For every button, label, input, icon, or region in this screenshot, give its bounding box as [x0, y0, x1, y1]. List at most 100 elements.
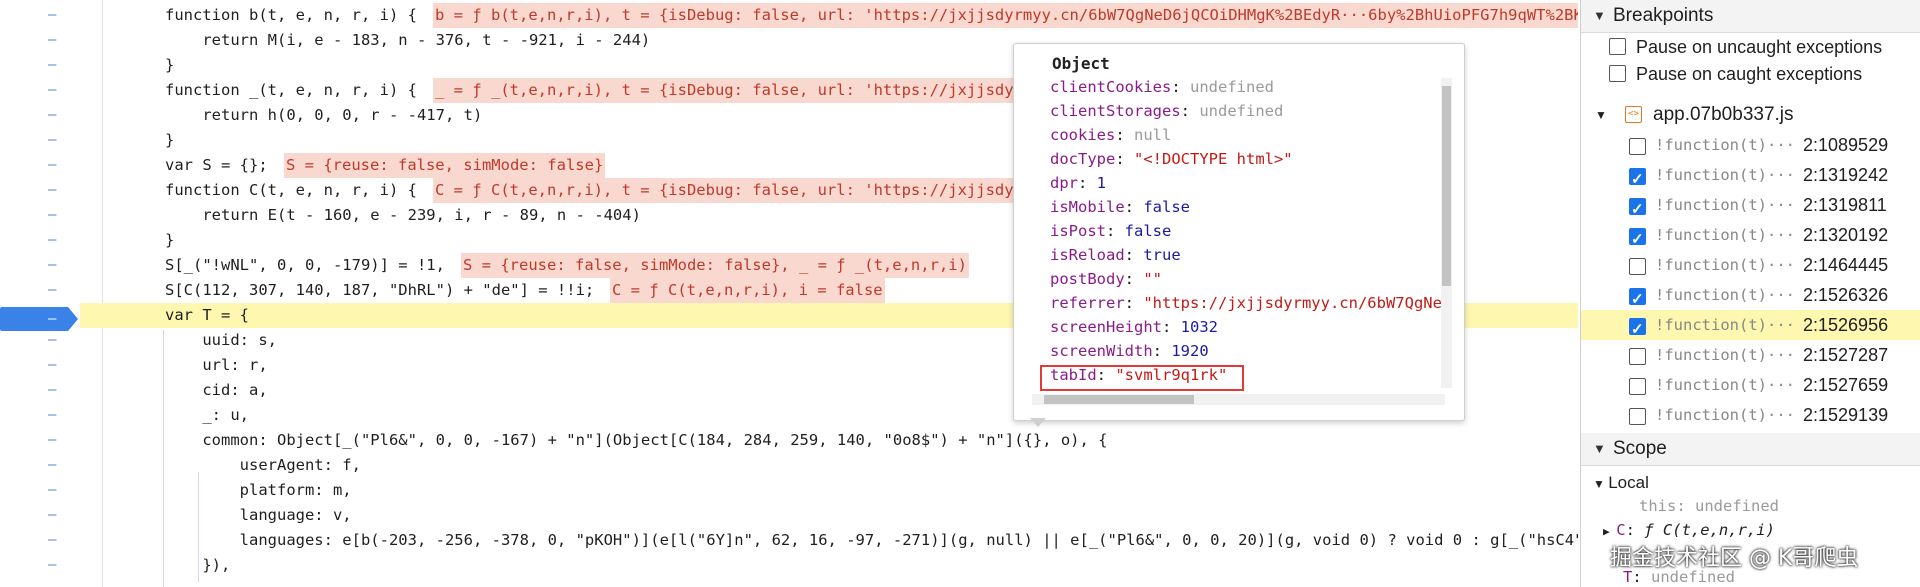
- line-breakpoint-slot[interactable]: –: [48, 153, 56, 178]
- breakpoint-checkbox[interactable]: [1629, 378, 1646, 395]
- object-property[interactable]: screenHeight: 1032: [1050, 318, 1450, 336]
- scope-key: this: [1639, 497, 1677, 515]
- breakpoint-row[interactable]: !function(t)··· 2:1319811: [1581, 190, 1920, 225]
- object-property[interactable]: isPost: false: [1050, 222, 1450, 240]
- breakpoint-checkbox[interactable]: [1629, 408, 1646, 425]
- code-line[interactable]: – userAgent: f,: [0, 453, 1578, 478]
- line-breakpoint-slot[interactable]: –: [48, 3, 56, 28]
- line-breakpoint-slot[interactable]: –: [48, 478, 56, 503]
- line-breakpoint-slot[interactable]: –: [48, 78, 56, 103]
- line-breakpoint-slot[interactable]: –: [48, 328, 56, 353]
- code-line[interactable]: – languages: e[b(-203, -256, -378, 0, "p…: [0, 528, 1578, 553]
- popover-vertical-scrollbar[interactable]: [1441, 78, 1452, 388]
- breakpoint-checkbox[interactable]: [1629, 195, 1646, 225]
- local-label: Local: [1608, 473, 1649, 492]
- scope-var-c[interactable]: ▶ C: ƒ C(t,e,n,r,i): [1603, 521, 1775, 539]
- line-breakpoint-slot[interactable]: –: [48, 503, 56, 528]
- breakpoints-section-header[interactable]: ▼ Breakpoints: [1581, 0, 1920, 33]
- code-text: S[C(112, 307, 140, 187, "DhRL") + "de"] …: [165, 281, 595, 299]
- inline-value-hint: b = ƒ b(t,e,n,r,i), t = {isDebug: false,…: [433, 3, 1578, 28]
- property-key: clientCookies: [1050, 78, 1172, 96]
- breakpoint-checkbox[interactable]: [1629, 138, 1646, 155]
- line-breakpoint-slot[interactable]: –: [48, 28, 56, 53]
- line-breakpoint-slot[interactable]: –: [48, 553, 56, 578]
- breakpoint-row[interactable]: !function(t)··· 2:1527287: [1581, 340, 1920, 370]
- breakpoint-checkbox[interactable]: [1629, 165, 1646, 195]
- breakpoint-code: !function(t)···: [1655, 316, 1795, 334]
- object-property[interactable]: dpr: 1: [1050, 174, 1450, 192]
- object-property[interactable]: screenWidth: 1920: [1050, 342, 1450, 360]
- breakpoint-location: 2:1526326: [1803, 285, 1889, 305]
- line-breakpoint-slot[interactable]: –: [48, 453, 56, 478]
- property-value: undefined: [1199, 102, 1284, 120]
- scope-value: undefined: [1695, 497, 1779, 515]
- current-execution-breakpoint-marker[interactable]: –: [0, 307, 78, 331]
- line-breakpoint-slot[interactable]: –: [48, 103, 56, 128]
- breakpoint-checkbox[interactable]: [1629, 348, 1646, 365]
- line-breakpoint-slot[interactable]: –: [48, 528, 56, 553]
- separator: :: [1124, 270, 1144, 288]
- object-preview-popover[interactable]: Object clientCookies: undefined clientSto…: [1013, 43, 1465, 421]
- code-line[interactable]: – }),: [0, 553, 1578, 578]
- scroll-thumb[interactable]: [1044, 395, 1194, 404]
- code-text: S[_("!wNL", 0, 0, -179)] = !1,: [165, 256, 445, 274]
- object-property[interactable]: docType: "<!DOCTYPE html>": [1050, 150, 1450, 168]
- line-breakpoint-slot[interactable]: –: [48, 378, 56, 403]
- line-breakpoint-slot[interactable]: –: [48, 203, 56, 228]
- object-property[interactable]: postBody: "": [1050, 270, 1450, 288]
- line-breakpoint-slot[interactable]: –: [48, 53, 56, 78]
- line-breakpoint-slot[interactable]: –: [48, 228, 56, 253]
- line-breakpoint-slot[interactable]: –: [48, 278, 56, 303]
- line-breakpoint-slot[interactable]: –: [48, 128, 56, 153]
- code-text: var S = {};: [165, 156, 268, 174]
- breakpoint-row[interactable]: !function(t)··· 2:1319242: [1581, 160, 1920, 195]
- line-breakpoint-slot[interactable]: –: [48, 428, 56, 453]
- breakpoint-row[interactable]: !function(t)··· 2:1529139: [1581, 400, 1920, 430]
- line-breakpoint-slot[interactable]: –: [48, 253, 56, 278]
- checkbox[interactable]: [1609, 64, 1626, 82]
- watermark-text: 掘金技术社区 @ K哥爬虫: [1610, 546, 1859, 571]
- code-text: platform: m,: [165, 481, 352, 499]
- object-property[interactable]: referrer: "https://jxjjsdyrmyy.cn/6bW7Qg…: [1050, 294, 1450, 312]
- breakpoint-row[interactable]: !function(t)··· 2:1089529: [1581, 130, 1920, 160]
- scope-var-this[interactable]: this: undefined: [1639, 497, 1779, 515]
- code-text: return E(t - 160, e - 239, i, r - 89, n …: [165, 206, 641, 224]
- breakpoint-checkbox[interactable]: [1629, 315, 1646, 345]
- breakpoint-file-group[interactable]: ▼ <> app.07b0b337.js: [1581, 100, 1920, 130]
- object-property[interactable]: isMobile: false: [1050, 198, 1450, 216]
- popover-horizontal-scrollbar[interactable]: [1032, 394, 1445, 405]
- object-property[interactable]: clientStorages: undefined: [1050, 102, 1450, 120]
- expand-triangle-icon: ▶: [1603, 525, 1617, 538]
- scroll-thumb[interactable]: [1442, 86, 1451, 286]
- property-key: postBody: [1050, 270, 1125, 288]
- line-breakpoint-slot[interactable]: –: [48, 353, 56, 378]
- code-line[interactable]: – language: v,: [0, 503, 1578, 528]
- code-line[interactable]: – function b(t, e, n, r, i) {b = ƒ b(t,e,…: [0, 3, 1578, 28]
- scope-section-header[interactable]: ▼ Scope: [1581, 433, 1920, 466]
- object-property[interactable]: cookies: null: [1050, 126, 1450, 144]
- breakpoint-location: 2:1527287: [1803, 345, 1889, 365]
- breakpoint-row[interactable]: !function(t)··· 2:1464445: [1581, 250, 1920, 280]
- local-scope-header[interactable]: ▼ Local: [1593, 473, 1649, 493]
- breakpoint-code: !function(t)···: [1655, 196, 1795, 214]
- separator: :: [1161, 318, 1181, 336]
- pause-caught-option[interactable]: Pause on caught exceptions: [1609, 64, 1862, 85]
- breakpoint-checkbox[interactable]: [1629, 225, 1646, 255]
- checkbox[interactable]: [1609, 37, 1626, 55]
- line-breakpoint-slot[interactable]: –: [48, 403, 56, 428]
- pause-uncaught-option[interactable]: Pause on uncaught exceptions: [1609, 37, 1882, 58]
- breakpoint-checkbox[interactable]: [1629, 285, 1646, 315]
- breakpoint-checkbox[interactable]: [1629, 258, 1646, 275]
- line-breakpoint-slot[interactable]: –: [48, 178, 56, 203]
- breakpoint-row[interactable]: !function(t)··· 2:1320192: [1581, 220, 1920, 255]
- code-line[interactable]: – common: Object[_("Pl6&", 0, 0, -167) +…: [0, 428, 1578, 453]
- object-property[interactable]: clientCookies: undefined: [1050, 78, 1450, 96]
- breakpoint-row[interactable]: !function(t)··· 2:1526326: [1581, 280, 1920, 315]
- code-line[interactable]: – platform: m,: [0, 478, 1578, 503]
- popover-pointer: [1030, 418, 1046, 427]
- property-key: screenHeight: [1050, 318, 1162, 336]
- object-property[interactable]: isReload: true: [1050, 246, 1450, 264]
- breakpoint-row[interactable]: !function(t)··· 2:1526956: [1581, 310, 1920, 345]
- separator: :: [1152, 342, 1172, 360]
- breakpoint-row[interactable]: !function(t)··· 2:1527659: [1581, 370, 1920, 400]
